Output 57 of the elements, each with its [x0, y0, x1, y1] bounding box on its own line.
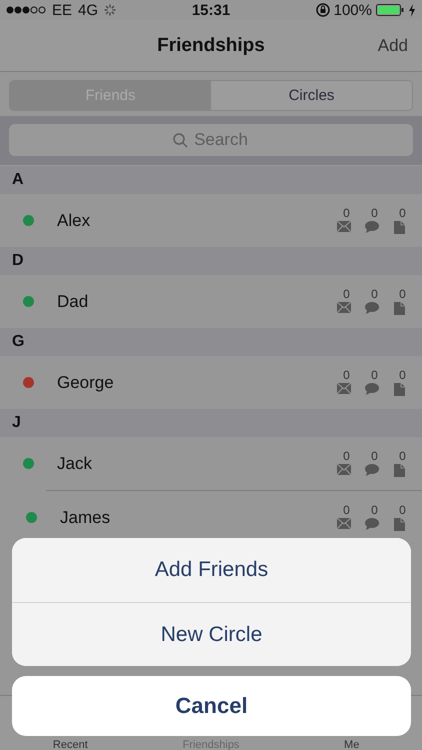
signal-icon [6, 5, 46, 15]
count-label: 0 [399, 504, 406, 516]
charging-icon [408, 4, 416, 16]
envelope-icon [336, 221, 350, 232]
battery-icon [376, 4, 404, 16]
count-label: 0 [371, 504, 378, 516]
friend-name[interactable]: James [60, 508, 110, 528]
count-label: 0 [343, 207, 350, 219]
speech-bubble-icon [364, 518, 378, 530]
carrier-name: EE [52, 2, 72, 18]
count-label: 0 [399, 207, 406, 219]
envelope-icon [336, 302, 350, 313]
network-type: 4G [78, 2, 98, 18]
count-label: 0 [399, 369, 406, 381]
speech-bubble-icon [364, 302, 378, 314]
document-icon [394, 383, 405, 396]
document-icon [394, 302, 405, 315]
add-button[interactable]: Add [374, 32, 412, 60]
section-header: D [0, 247, 422, 275]
section-header: A [0, 166, 422, 194]
envelope-icon [336, 383, 350, 394]
count-label: 0 [343, 450, 350, 462]
count-label: 0 [343, 504, 350, 516]
cancel-button[interactable]: Cancel [12, 676, 411, 736]
battery-percent: 100% [334, 2, 372, 18]
count-label: 0 [399, 450, 406, 462]
document-icon [394, 221, 405, 234]
segment-tab[interactable]: Circles [211, 81, 412, 110]
rotation-lock-icon [316, 3, 330, 17]
document-icon [394, 464, 405, 477]
tab-label[interactable]: Me [344, 740, 360, 750]
count-label: 0 [343, 369, 350, 381]
count-label: 0 [371, 369, 378, 381]
search-field[interactable]: Search [9, 124, 413, 156]
count-label: 0 [399, 288, 406, 300]
friend-name[interactable]: George [57, 372, 114, 392]
speech-bubble-icon [364, 464, 378, 476]
friend-name[interactable]: Jack [57, 454, 92, 474]
envelope-icon [336, 518, 350, 529]
friend-name[interactable]: Alex [57, 210, 90, 230]
speech-bubble-icon [364, 383, 378, 395]
count-label: 0 [343, 288, 350, 300]
search-icon [173, 133, 188, 148]
document-icon [394, 518, 405, 531]
count-label: 0 [371, 450, 378, 462]
screen-title: Friendships [157, 34, 265, 56]
section-header: G [0, 328, 422, 356]
time: 15:31 [192, 2, 230, 18]
speech-bubble-icon [364, 221, 378, 233]
tab-label[interactable]: Recent [52, 740, 88, 750]
count-label: 0 [371, 207, 378, 219]
envelope-icon [336, 464, 350, 475]
sheet-option[interactable]: New Circle [12, 602, 411, 666]
count-label: 0 [371, 288, 378, 300]
section-header: J [0, 409, 422, 437]
spinner-icon [104, 4, 116, 16]
friend-name[interactable]: Dad [57, 292, 88, 312]
